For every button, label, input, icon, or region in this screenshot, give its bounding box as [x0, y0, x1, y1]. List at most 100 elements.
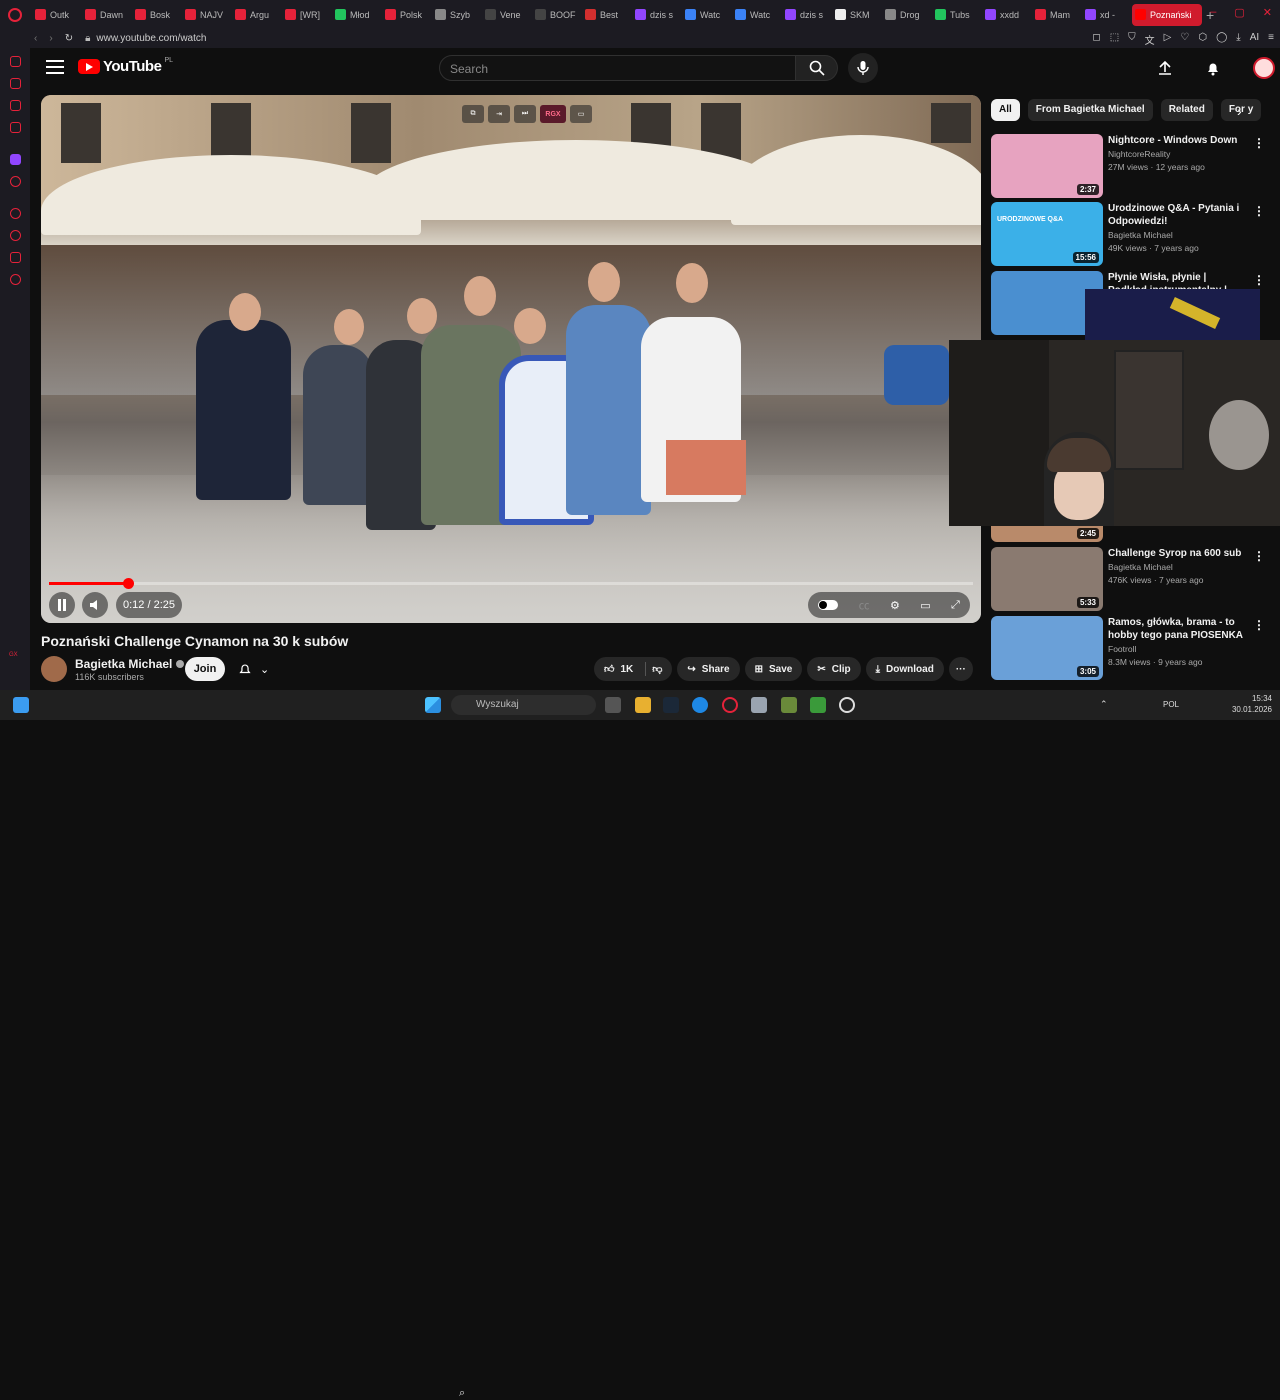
video-thumbnail[interactable]: URODZINOWE Q&A 15:56: [991, 202, 1103, 266]
browser-tab[interactable]: Watc: [682, 4, 730, 26]
minimize-icon[interactable]: –: [1210, 6, 1216, 19]
extensions-icon[interactable]: ⬡: [1198, 32, 1207, 47]
filter-chip[interactable]: From Bagietka Michael: [1027, 99, 1153, 121]
browser-tab[interactable]: [WR]: [282, 4, 330, 26]
browser-tab[interactable]: NAJV: [182, 4, 230, 26]
notification-bell-button[interactable]: ⌄: [233, 657, 283, 681]
browser-tab[interactable]: xd -: [1082, 4, 1130, 26]
sidebar-whatsapp-icon[interactable]: [10, 78, 21, 89]
scrubber-handle[interactable]: [122, 578, 134, 589]
sidebar-twitch-icon[interactable]: [10, 154, 21, 165]
browser-tab[interactable]: Drog: [882, 4, 930, 26]
snapshot-icon[interactable]: ⬚: [1110, 32, 1119, 47]
chips-next-icon[interactable]: ›: [1237, 103, 1242, 119]
youtube-logo[interactable]: YouTube PL: [78, 57, 173, 75]
recommended-video[interactable]: 3:05 Ramos, główka, brama - to hobby tego…: [991, 616, 1265, 680]
filter-chip[interactable]: Related: [1160, 99, 1213, 121]
more-actions-button[interactable]: ···: [948, 657, 973, 681]
browser-tab[interactable]: Watc: [732, 4, 780, 26]
fullscreen-icon[interactable]: ⤢: [951, 599, 960, 612]
app-icon[interactable]: [810, 697, 826, 713]
video-player[interactable]: ⧉ ⇥ ⏭ RGX ▭ 0:12 / 2:25 ㏄ ⚙ ▭ ⤢: [41, 95, 981, 623]
like-button[interactable]: 👍︎ 1K 👎︎: [594, 657, 673, 681]
download-icon[interactable]: ⤓: [1236, 32, 1240, 47]
taskbar-search-input[interactable]: Wyszukaj: [451, 695, 596, 715]
minecraft-icon[interactable]: [781, 697, 797, 713]
recommended-title[interactable]: Challenge Syrop na 600 sub: [1108, 547, 1243, 560]
edge-icon[interactable]: [692, 697, 708, 713]
recommended-title[interactable]: Nightcore - Windows Down: [1108, 134, 1243, 147]
recommended-channel[interactable]: Footroll: [1108, 644, 1136, 654]
recommended-video[interactable]: 2:37 Nightcore - Windows Down NightcoreRea…: [991, 134, 1265, 198]
upload-icon[interactable]: [1157, 60, 1173, 76]
recommended-channel[interactable]: Bagietka Michael: [1108, 230, 1173, 240]
back-icon[interactable]: ‹: [34, 33, 37, 44]
more-options-icon[interactable]: ⋮: [1253, 136, 1265, 150]
ai-button[interactable]: AI: [1250, 32, 1259, 47]
rgx-badge[interactable]: RGX: [540, 105, 566, 123]
recommended-video[interactable]: 5:33 Challenge Syrop na 600 sub Bagietka M…: [991, 547, 1265, 611]
miniplayer-icon[interactable]: ⧉: [462, 105, 484, 123]
more-options-icon[interactable]: ⋮: [1253, 273, 1265, 287]
more-options-icon[interactable]: ⋮: [1253, 204, 1265, 218]
browser-tab[interactable]: dzis s: [632, 4, 680, 26]
browser-tab[interactable]: dzis s: [782, 4, 830, 26]
browser-tab[interactable]: Tubs: [932, 4, 980, 26]
browser-tab[interactable]: Bosk: [132, 4, 180, 26]
voice-search-button[interactable]: [848, 53, 878, 83]
sidebar-mail-icon[interactable]: [10, 122, 21, 133]
recommended-channel[interactable]: NightcoreReality: [1108, 149, 1170, 159]
save-button[interactable]: ⊞ Save: [744, 657, 803, 681]
forward-icon[interactable]: ›: [49, 33, 52, 44]
reload-icon[interactable]: ↻: [65, 33, 73, 44]
chrome-icon[interactable]: [839, 697, 855, 713]
sidebar-player-icon[interactable]: [10, 208, 21, 219]
opera-logo-icon[interactable]: [0, 0, 30, 29]
search-input[interactable]: Search: [439, 55, 796, 81]
windows-start-icon[interactable]: [425, 697, 441, 713]
browser-tab[interactable]: SKM: [832, 4, 880, 26]
widgets-icon[interactable]: [13, 697, 29, 713]
video-thumbnail[interactable]: 2:37: [991, 134, 1103, 198]
browser-tab[interactable]: Mam: [1032, 4, 1080, 26]
shield-icon[interactable]: ⛉: [1128, 32, 1136, 47]
opera-gx-taskbar-icon[interactable]: [722, 697, 738, 713]
browser-tab[interactable]: Argu: [232, 4, 280, 26]
pause-button[interactable]: [49, 592, 75, 618]
settings-icon[interactable]: ⚙: [890, 599, 900, 612]
browser-tab[interactable]: Młod: [332, 4, 380, 26]
browser-tab[interactable]: Dawn: [82, 4, 130, 26]
clock[interactable]: 15:34 30.01.2026: [1232, 693, 1272, 715]
file-explorer-icon[interactable]: [635, 697, 651, 713]
subtitles-icon[interactable]: ㏄: [859, 597, 870, 613]
bookmark-icon[interactable]: ◻: [1092, 32, 1100, 47]
video-thumbnail[interactable]: 3:05: [991, 616, 1103, 680]
browser-tab[interactable]: Vene: [482, 4, 530, 26]
recommended-title[interactable]: Ramos, główka, brama - to hobby tego pan…: [1108, 616, 1243, 642]
clip-button[interactable]: ✂ Clip: [807, 657, 861, 681]
recommended-video[interactable]: URODZINOWE Q&A 15:56 Urodzinowe Q&A - Pyta…: [991, 202, 1265, 266]
sidebar-history-icon[interactable]: [10, 230, 21, 241]
recommended-channel[interactable]: Bagietka Michael: [1108, 562, 1173, 572]
notifications-icon[interactable]: [1205, 60, 1221, 76]
progress-bar[interactable]: [49, 578, 973, 589]
sidebar-extensions-icon[interactable]: [10, 252, 21, 263]
recommended-title[interactable]: Urodzinowe Q&A - Pytania i Odpowiedzi!: [1108, 202, 1243, 228]
theater-icon[interactable]: ▭: [570, 105, 592, 123]
translate-icon[interactable]: 文: [1145, 32, 1155, 47]
download-button[interactable]: ⤓ Download: [865, 657, 944, 681]
heart-icon[interactable]: ♡: [1180, 32, 1189, 47]
maximize-icon[interactable]: ▢: [1234, 6, 1244, 19]
search-button[interactable]: [796, 55, 838, 81]
browser-tab[interactable]: Szyb: [432, 4, 480, 26]
sidebar-music-icon[interactable]: [10, 176, 21, 187]
browser-tab[interactable]: Best: [582, 4, 630, 26]
steam-icon[interactable]: [663, 697, 679, 713]
sidebar-settings-icon[interactable]: [10, 274, 21, 285]
search-tabs-icon[interactable]: ⌕: [1186, 6, 1192, 19]
theater-mode-icon[interactable]: ▭: [920, 599, 930, 612]
language-indicator[interactable]: POL: [1163, 700, 1179, 709]
close-window-icon[interactable]: ✕: [1263, 6, 1272, 19]
channel-name[interactable]: Bagietka Michael: [75, 657, 185, 671]
photos-icon[interactable]: [751, 697, 767, 713]
